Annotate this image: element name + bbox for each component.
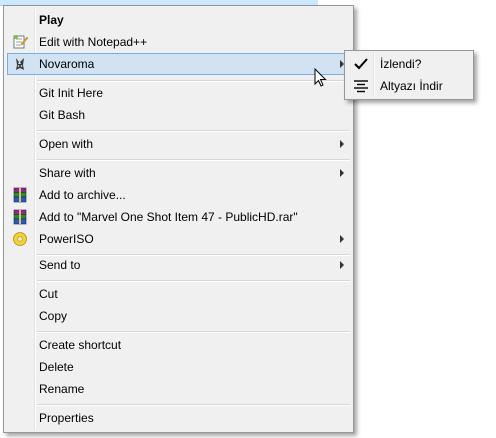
menu-item-label: Rename [39, 382, 85, 396]
menu-item-label: Send to [39, 258, 81, 272]
checkmark-icon [352, 56, 370, 72]
menu-item-label: Novaroma [39, 57, 95, 71]
menu-item-label: Add to archive... [39, 188, 126, 202]
winrar-icon [12, 187, 28, 203]
menu-separator [37, 280, 350, 282]
menu-item-label: PowerISO [39, 232, 94, 246]
menu-item-edit-with-notepad[interactable]: Edit with Notepad++ [7, 31, 350, 53]
menu-separator [37, 130, 350, 132]
context-menu: Play Edit with Notepad++ Novaroma Git In… [3, 5, 354, 433]
menu-item-label: Copy [39, 309, 68, 323]
menu-item-label: Cut [39, 287, 58, 301]
menu-item-label: Create shortcut [39, 338, 122, 352]
winrar-icon [12, 209, 28, 225]
menu-item-label: Git Init Here [39, 86, 104, 100]
menu-item-cut[interactable]: Cut [7, 283, 350, 305]
chevron-right-icon [340, 140, 344, 148]
menu-item-add-to-archive[interactable]: Add to archive... [7, 184, 350, 206]
mouse-pointer-icon [314, 67, 328, 88]
menu-item-label: Properties [39, 411, 94, 425]
menu-item-label: Delete [39, 360, 74, 374]
menu-item-novaroma[interactable]: Novaroma [7, 53, 350, 75]
menu-item-play[interactable]: Play [7, 9, 350, 31]
menu-item-label: Edit with Notepad++ [39, 35, 148, 49]
menu-item-delete[interactable]: Delete [7, 356, 350, 378]
notepad-plus-plus-icon [12, 34, 29, 50]
menu-item-poweriso[interactable]: PowerISO [7, 228, 350, 250]
chevron-right-icon [340, 261, 344, 269]
submenu-item-label: İzlendi? [380, 57, 422, 71]
menu-item-copy[interactable]: Copy [7, 305, 350, 327]
menu-item-share-with[interactable]: Share with [7, 162, 350, 184]
menu-item-label: Git Bash [39, 108, 86, 122]
novaroma-icon [12, 56, 28, 72]
chevron-right-icon [340, 169, 344, 177]
submenu-item-altyazi-indir[interactable]: Altyazı İndir [348, 75, 470, 97]
menu-item-label: Share with [39, 166, 96, 180]
menu-item-label: Open with [39, 137, 94, 151]
menu-separator [37, 159, 350, 161]
subtitle-lines-icon [352, 78, 370, 94]
menu-item-git-init-here[interactable]: Git Init Here [7, 82, 350, 104]
menu-item-create-shortcut[interactable]: Create shortcut [7, 334, 350, 356]
menu-separator [37, 331, 350, 333]
menu-item-label: Play [39, 13, 64, 27]
menu-item-properties[interactable]: Properties [7, 407, 350, 429]
submenu-item-izlendi[interactable]: İzlendi? [348, 53, 470, 75]
menu-item-git-bash[interactable]: Git Bash [7, 104, 350, 126]
menu-item-rename[interactable]: Rename [7, 378, 350, 400]
chevron-right-icon [340, 235, 344, 243]
poweriso-icon [12, 231, 28, 247]
submenu-item-label: Altyazı İndir [380, 79, 443, 93]
menu-item-send-to[interactable]: Send to [7, 254, 350, 276]
novaroma-submenu: İzlendi? Altyazı İndir [344, 50, 474, 100]
menu-separator [37, 404, 350, 406]
menu-item-label: Add to "Marvel One Shot Item 47 - Public… [39, 210, 298, 224]
menu-item-add-to-rar[interactable]: Add to "Marvel One Shot Item 47 - Public… [7, 206, 350, 228]
menu-item-open-with[interactable]: Open with [7, 133, 350, 155]
